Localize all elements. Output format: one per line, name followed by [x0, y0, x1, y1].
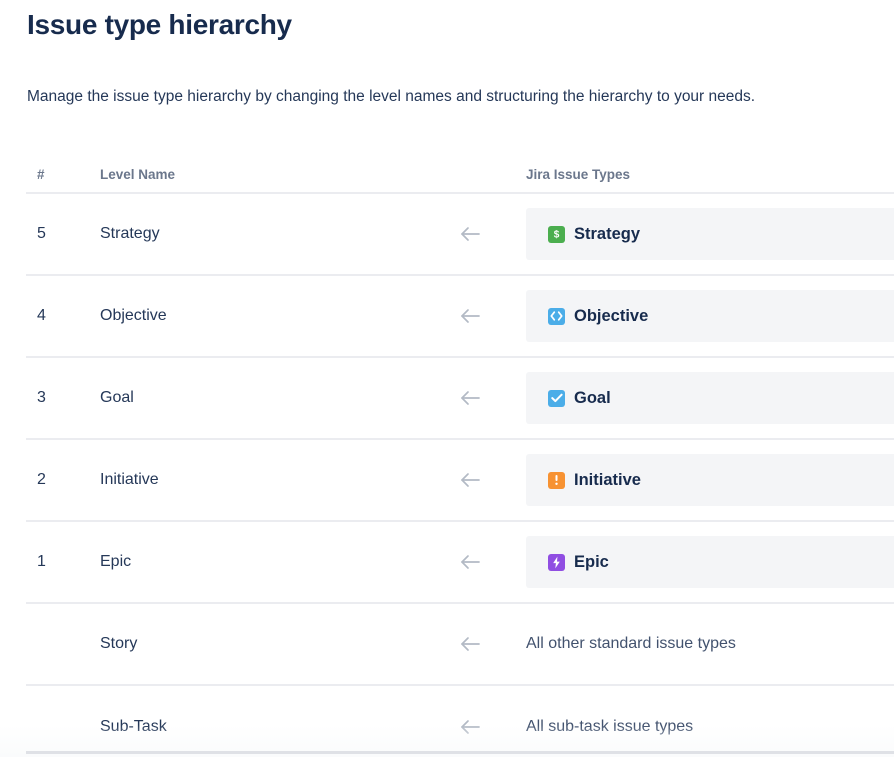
- row-jira-issue-types: $ Strategy: [526, 208, 894, 260]
- issue-type-label: Goal: [574, 388, 611, 407]
- column-header-number: #: [37, 167, 45, 182]
- column-header-level-name: Level Name: [100, 167, 176, 182]
- page-description: Manage the issue type hierarchy by chang…: [27, 88, 756, 105]
- arrow-left-icon: [457, 631, 483, 657]
- code-brackets-icon: [548, 307, 565, 325]
- table-body: 5 Strategy $ Strategy 4 Objective Objective 3 Go…: [0, 194, 894, 757]
- issue-type-label: Strategy: [574, 224, 641, 243]
- issue-type-hierarchy-table: # Level Name Jira Issue Types 5 Strategy $…: [0, 160, 894, 757]
- table-row[interactable]: 2 Initiative Initiative: [26, 440, 894, 522]
- column-header-jira-issue-types: Jira Issue Types: [526, 167, 631, 182]
- table-row[interactable]: 1 Epic Epic: [26, 522, 894, 604]
- row-level-name[interactable]: Objective: [100, 307, 167, 325]
- row-level-name[interactable]: Initiative: [100, 471, 159, 489]
- lightning-bolt-icon: [548, 553, 565, 571]
- issue-type-description: All sub-task issue types: [526, 718, 694, 735]
- row-level-number: 4: [37, 307, 46, 324]
- issue-type-chip[interactable]: Objective: [526, 290, 894, 342]
- arrow-left-icon: [457, 303, 483, 329]
- row-jira-issue-types: Epic: [526, 536, 894, 588]
- row-jira-issue-types: All sub-task issue types: [526, 701, 894, 753]
- row-level-name[interactable]: Goal: [100, 389, 134, 407]
- arrow-left-icon: [457, 549, 483, 575]
- arrow-left-icon: [457, 714, 483, 740]
- issue-type-label: Objective: [574, 306, 649, 325]
- row-jira-issue-types: Initiative: [526, 454, 894, 506]
- row-level-number: 1: [37, 553, 46, 570]
- table-row[interactable]: 4 Objective Objective: [26, 276, 894, 358]
- issue-type-chip[interactable]: Goal: [526, 372, 894, 424]
- arrow-left-icon: [457, 221, 483, 247]
- row-jira-issue-types: All other standard issue types: [526, 618, 894, 670]
- table-row[interactable]: Sub-Task All sub-task issue types: [26, 686, 894, 757]
- table-row[interactable]: 3 Goal Goal: [26, 358, 894, 440]
- row-level-name[interactable]: Story: [100, 635, 137, 653]
- issue-type-chip[interactable]: $ Strategy: [526, 208, 894, 260]
- exclamation-icon: [548, 471, 565, 489]
- row-level-number: 5: [37, 225, 46, 242]
- issue-type-description: All other standard issue types: [526, 635, 736, 652]
- row-jira-issue-types: Goal: [526, 372, 894, 424]
- row-jira-issue-types: Objective: [526, 290, 894, 342]
- row-level-name[interactable]: Strategy: [100, 225, 160, 243]
- checkmark-icon: [548, 389, 565, 407]
- row-level-number: 2: [37, 471, 46, 488]
- issue-type-chip[interactable]: Epic: [526, 536, 894, 588]
- table-header-row: # Level Name Jira Issue Types: [26, 160, 894, 194]
- dollar-icon: $: [548, 225, 565, 243]
- bottom-divider: [26, 751, 894, 754]
- issue-type-hierarchy-page: Issue type hierarchy Manage the issue ty…: [0, 0, 894, 757]
- page-title: Issue type hierarchy: [27, 9, 292, 40]
- arrow-left-icon: [457, 385, 483, 411]
- table-row[interactable]: 5 Strategy $ Strategy: [26, 194, 894, 276]
- row-level-name[interactable]: Sub-Task: [100, 718, 167, 736]
- svg-text:$: $: [554, 230, 560, 240]
- issue-type-label: Epic: [574, 552, 609, 571]
- row-level-name[interactable]: Epic: [100, 553, 131, 571]
- issue-type-chip[interactable]: Initiative: [526, 454, 894, 506]
- arrow-left-icon: [457, 467, 483, 493]
- row-level-number: 3: [37, 389, 46, 406]
- issue-type-label: Initiative: [574, 470, 641, 489]
- table-row[interactable]: Story All other standard issue types: [26, 604, 894, 686]
